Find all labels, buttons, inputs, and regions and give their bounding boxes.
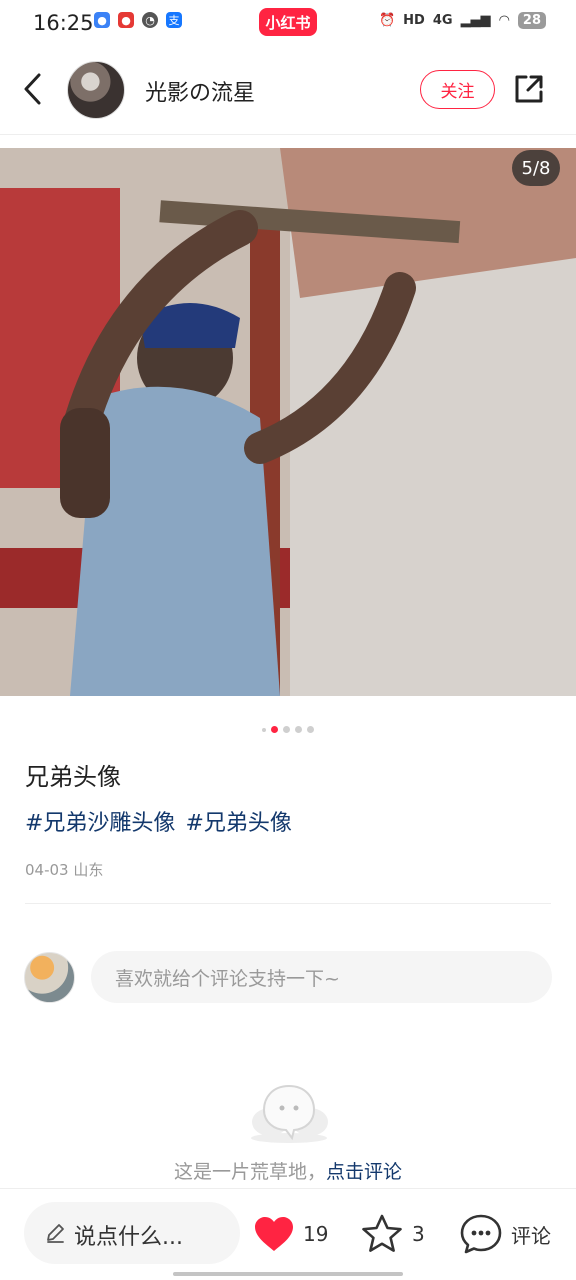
clock: 16:25: [33, 11, 94, 35]
carousel-dot: [262, 727, 266, 732]
map-pin-notification-icon: ●: [118, 12, 134, 28]
empty-comments-text: 这是一片荒草地，: [173, 1161, 326, 1183]
network-label: 4G: [432, 13, 453, 28]
follow-button[interactable]: 关注: [420, 70, 495, 109]
content-divider: [25, 903, 551, 904]
carousel-dot: [307, 726, 314, 733]
post-image[interactable]: [0, 148, 576, 696]
bottom-bar-divider: [0, 1188, 576, 1189]
header-divider: [0, 134, 576, 135]
post-tags: #兄弟沙雕头像 #兄弟头像: [25, 805, 292, 837]
post-date-location: 04-03 山东: [25, 861, 104, 879]
like-button[interactable]: 19: [253, 1212, 328, 1256]
notification-icons: ● ● ◔ 支: [94, 12, 182, 28]
post-title: 兄弟头像: [25, 763, 121, 791]
comment-button[interactable]: 评论: [459, 1212, 551, 1256]
star-icon: [362, 1214, 402, 1252]
collect-count: 3: [412, 1222, 425, 1246]
compass-notification-icon: ◔: [142, 12, 158, 28]
image-counter: 5/8: [512, 150, 560, 186]
like-count: 19: [303, 1222, 329, 1246]
alarm-icon: ⏰: [378, 13, 396, 28]
heart-icon: [255, 1217, 293, 1251]
carousel-dot-active: [271, 726, 278, 733]
home-indicator[interactable]: [173, 1272, 403, 1276]
signal-icon: ▂▄▆: [460, 13, 491, 28]
comment-placeholder: 喜欢就给个评论支持一下~: [115, 968, 340, 990]
current-user-avatar: [24, 952, 75, 1003]
post-photo-illustration: [0, 148, 576, 696]
status-bar: 16:25 ● ● ◔ 支 小红书 ⏰ HD 4G ▂▄▆ ◠ 28: [0, 0, 576, 46]
system-status: ⏰ HD 4G ▂▄▆ ◠ 28: [379, 12, 546, 29]
battery-level: 28: [517, 12, 546, 29]
comment-input[interactable]: 喜欢就给个评论支持一下~: [91, 951, 552, 1003]
pencil-icon: [47, 1224, 64, 1243]
author-avatar[interactable]: [67, 61, 125, 119]
say-something-label: 说点什么...: [74, 1225, 183, 1250]
carousel-dot: [283, 726, 290, 733]
empty-comments-icon: [251, 1084, 328, 1143]
comment-label: 评论: [511, 1223, 551, 1248]
post-header: 光影の流星 关注: [0, 55, 576, 127]
carousel-indicator: [0, 726, 576, 733]
alipay-notification-icon: 支: [166, 12, 182, 28]
wifi-icon: ◠: [498, 13, 510, 28]
hashtag-link[interactable]: #兄弟头像: [185, 805, 291, 837]
hd-icon: HD: [403, 13, 425, 28]
empty-comments-message: 这是一片荒草地，点击评论: [0, 1157, 576, 1184]
say-something-input[interactable]: 说点什么...: [24, 1202, 240, 1264]
comment-bubble-icon: [460, 1214, 502, 1254]
comment-now-link[interactable]: 点击评论: [326, 1161, 402, 1183]
back-arrow-icon[interactable]: [18, 69, 50, 109]
app-brand-badge: 小红书: [259, 8, 317, 36]
author-name[interactable]: 光影の流星: [145, 75, 255, 107]
share-icon[interactable]: [512, 72, 546, 106]
carousel-dot: [295, 726, 302, 733]
hashtag-link[interactable]: #兄弟沙雕头像: [25, 805, 175, 837]
collect-button[interactable]: 3: [360, 1212, 425, 1256]
paw-notification-icon: ●: [94, 12, 110, 28]
